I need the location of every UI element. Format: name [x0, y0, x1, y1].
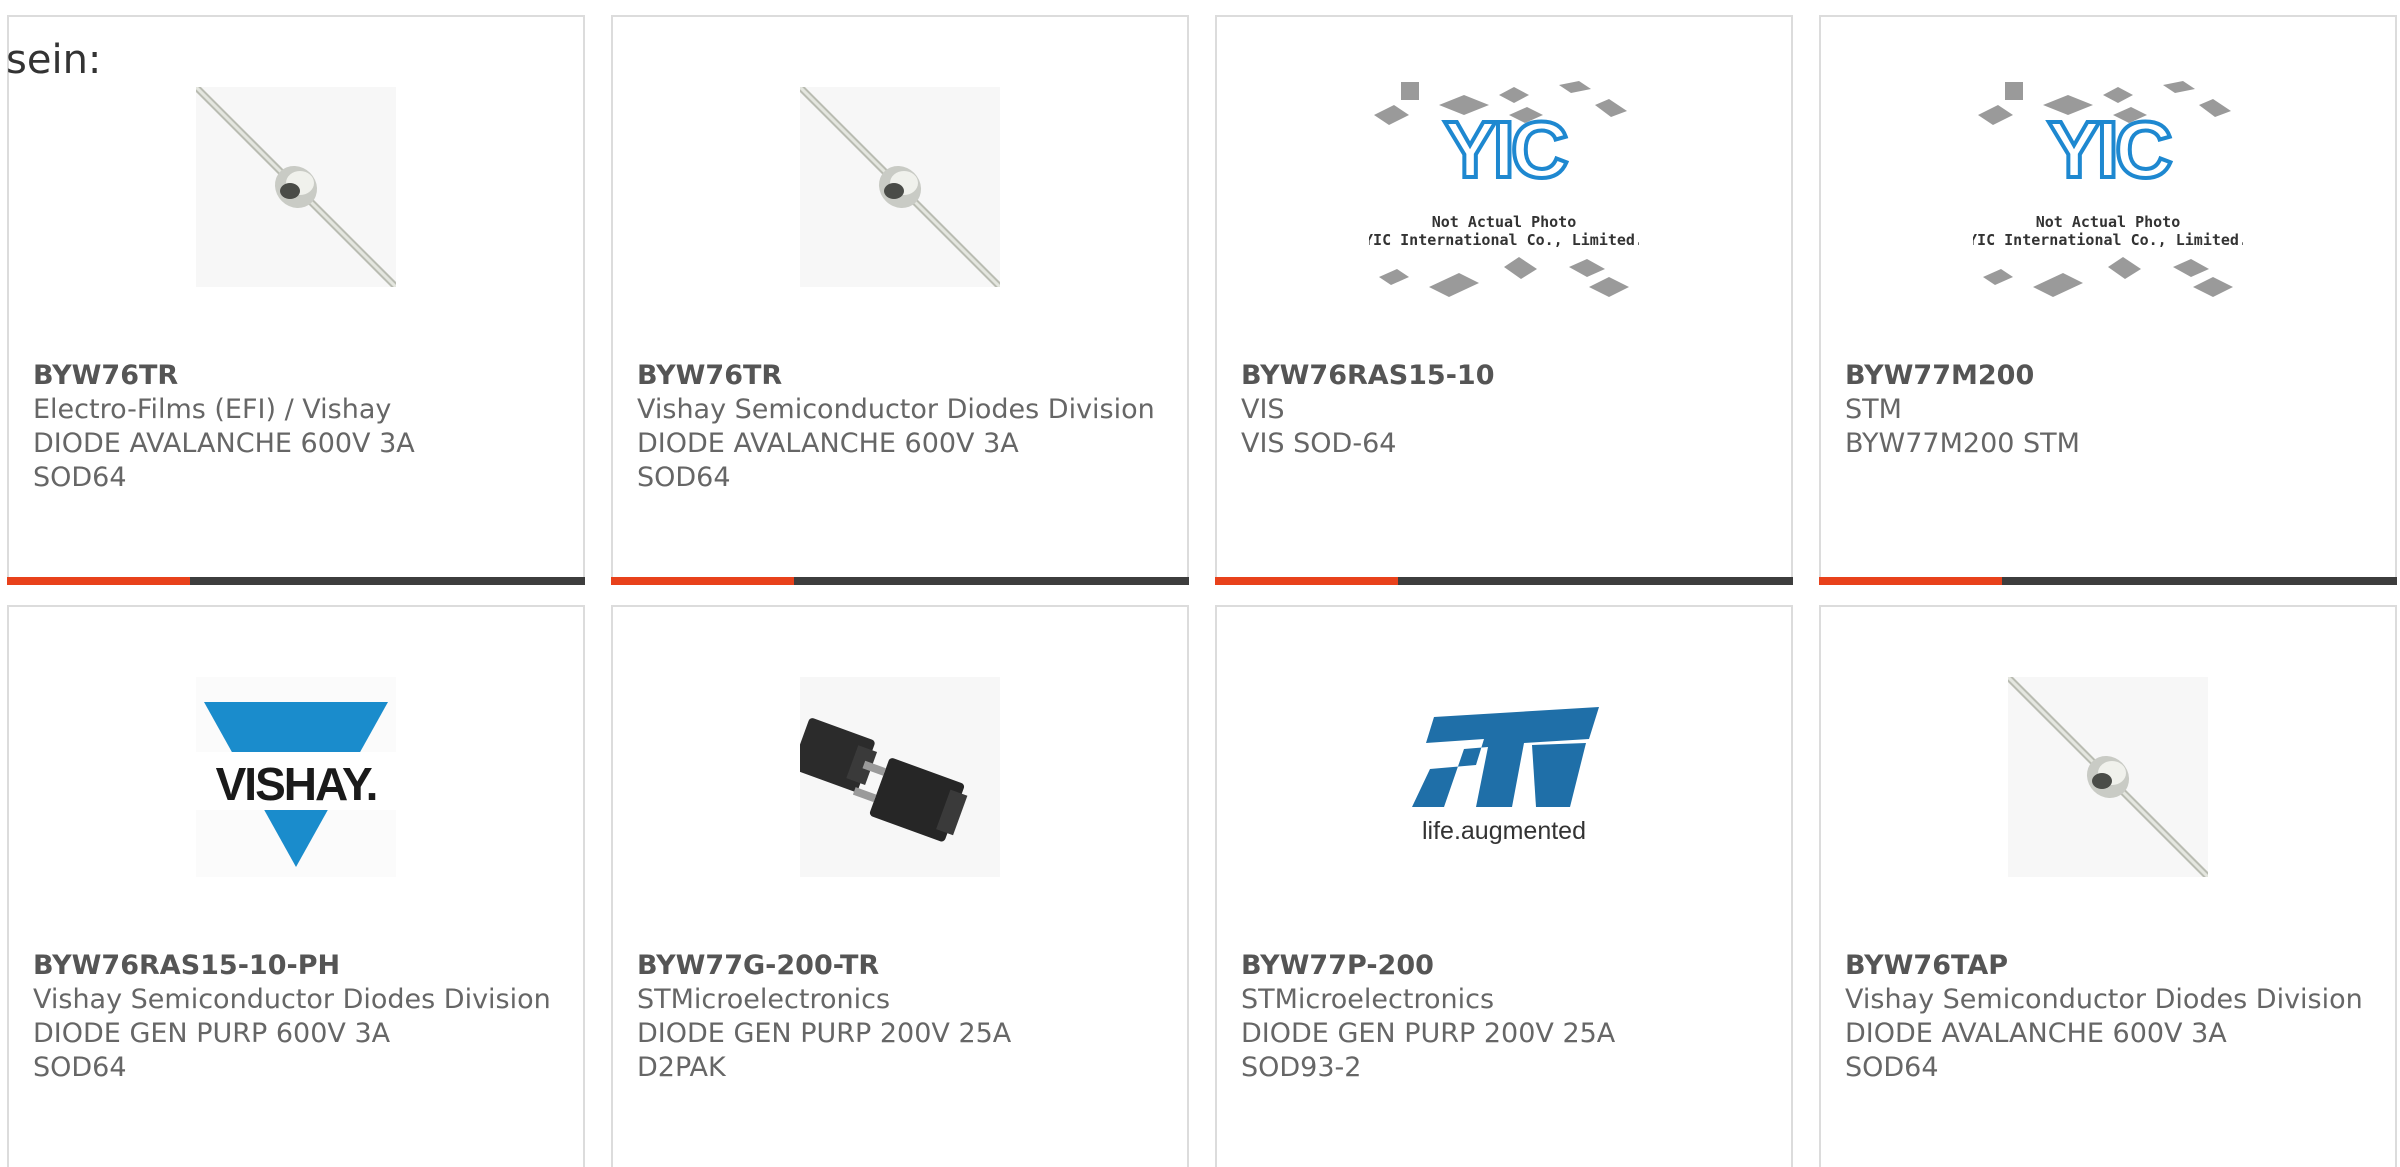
- part-number[interactable]: BYW76RAS15-10-PH: [33, 949, 553, 983]
- image-caption: Not Actual Photo: [1432, 213, 1577, 231]
- svg-text:YIC: YIC: [2047, 105, 2171, 194]
- product-image[interactable]: [800, 677, 1000, 877]
- part-number[interactable]: BYW77M200: [1845, 359, 2365, 393]
- product-info: BYW76RAS15-10-PH Vishay Semiconductor Di…: [33, 949, 553, 1085]
- description: DIODE GEN PURP 600V 3A: [33, 1018, 391, 1049]
- package: D2PAK: [637, 1052, 726, 1083]
- package: SOD64: [33, 1052, 127, 1083]
- card-bar-accent: [611, 577, 794, 585]
- card-bar: [1819, 577, 2397, 585]
- svg-text:YIC: YIC: [1443, 105, 1567, 194]
- manufacturer: Electro-Films (EFI) / Vishay: [33, 394, 392, 425]
- description: BYW77M200 STM: [1845, 428, 2080, 459]
- axial-diode-icon: [196, 87, 396, 287]
- product-info: BYW77G-200-TR STMicroelectronics DIODE G…: [637, 949, 1157, 1085]
- vishay-logo-icon: VISHAY.: [196, 677, 396, 877]
- package: SOD64: [1845, 1052, 1939, 1083]
- image-caption: VISHAY.: [216, 758, 377, 810]
- product-image[interactable]: YIC Not Actual Photo YIC International C…: [1973, 81, 2243, 297]
- description: DIODE AVALANCHE 600V 3A: [1845, 1018, 2227, 1049]
- axial-diode-icon: [800, 87, 1000, 287]
- card-bar: [1215, 577, 1793, 585]
- part-number[interactable]: BYW76TR: [637, 359, 1157, 393]
- product-image[interactable]: [2008, 677, 2208, 877]
- product-card[interactable]: BYW77G-200-TR STMicroelectronics DIODE G…: [611, 605, 1189, 1167]
- manufacturer: VIS: [1241, 394, 1285, 425]
- product-card[interactable]: YIC Not Actual Photo YIC International C…: [1819, 15, 2397, 585]
- product-card[interactable]: VISHAY. BYW76RAS15-10-PH Vishay Semicond…: [7, 605, 585, 1167]
- product-info: BYW76TR Electro-Films (EFI) / Vishay DIO…: [33, 359, 553, 495]
- lead-text: sein:: [6, 37, 102, 83]
- product-card[interactable]: BYW76TR Vishay Semiconductor Diodes Divi…: [611, 15, 1189, 585]
- product-image[interactable]: VISHAY.: [196, 677, 396, 877]
- manufacturer: Vishay Semiconductor Diodes Division: [637, 394, 1155, 425]
- product-info: BYW77P-200 STMicroelectronics DIODE GEN …: [1241, 949, 1761, 1085]
- card-bar-accent: [1819, 577, 2002, 585]
- image-caption: life.augmented: [1422, 817, 1586, 845]
- d2pak-photo-icon: [800, 677, 1000, 877]
- product-info: BYW76TAP Vishay Semiconductor Diodes Div…: [1845, 949, 2365, 1085]
- product-info: BYW76RAS15-10 VIS VIS SOD-64: [1241, 359, 1761, 461]
- part-number[interactable]: BYW76RAS15-10: [1241, 359, 1761, 393]
- st-logo-icon: life.augmented: [1404, 677, 1604, 877]
- manufacturer: STMicroelectronics: [637, 984, 891, 1015]
- manufacturer: Vishay Semiconductor Diodes Division: [33, 984, 551, 1015]
- part-number[interactable]: BYW77P-200: [1241, 949, 1761, 983]
- package: SOD93-2: [1241, 1052, 1362, 1083]
- package: SOD64: [33, 462, 127, 493]
- part-number[interactable]: BYW76TAP: [1845, 949, 2365, 983]
- yic-placeholder-icon: YIC Not Actual Photo YIC International C…: [1973, 81, 2243, 297]
- product-image[interactable]: [196, 87, 396, 287]
- package: SOD64: [637, 462, 731, 493]
- manufacturer: STMicroelectronics: [1241, 984, 1495, 1015]
- part-number[interactable]: BYW77G-200-TR: [637, 949, 1157, 983]
- product-card[interactable]: life.augmented BYW77P-200 STMicroelectro…: [1215, 605, 1793, 1167]
- image-caption: YIC International Co., Limited.: [1369, 231, 1639, 249]
- product-image[interactable]: [800, 87, 1000, 287]
- manufacturer: Vishay Semiconductor Diodes Division: [1845, 984, 2363, 1015]
- product-card[interactable]: BYW76TR Electro-Films (EFI) / Vishay DIO…: [7, 15, 585, 585]
- product-image[interactable]: YIC Not Actual Photo YIC International C…: [1369, 81, 1639, 297]
- description: DIODE GEN PURP 200V 25A: [1241, 1018, 1616, 1049]
- description: DIODE AVALANCHE 600V 3A: [33, 428, 415, 459]
- part-number[interactable]: BYW76TR: [33, 359, 553, 393]
- description: DIODE GEN PURP 200V 25A: [637, 1018, 1012, 1049]
- axial-diode-icon: [2008, 677, 2208, 877]
- image-caption: Not Actual Photo: [2036, 213, 2181, 231]
- card-bar: [7, 577, 585, 585]
- product-card[interactable]: YIC Not Actual Photo YIC International C…: [1215, 15, 1793, 585]
- product-image[interactable]: life.augmented: [1404, 677, 1604, 877]
- product-info: BYW77M200 STM BYW77M200 STM: [1845, 359, 2365, 461]
- manufacturer: STM: [1845, 394, 1902, 425]
- card-bar: [611, 577, 1189, 585]
- description: VIS SOD-64: [1241, 428, 1397, 459]
- product-card[interactable]: BYW76TAP Vishay Semiconductor Diodes Div…: [1819, 605, 2397, 1167]
- product-info: BYW76TR Vishay Semiconductor Diodes Divi…: [637, 359, 1157, 495]
- yic-placeholder-icon: YIC Not Actual Photo YIC International C…: [1369, 81, 1639, 297]
- description: DIODE AVALANCHE 600V 3A: [637, 428, 1019, 459]
- page: sein: BYW76TR Electro-Films (EFI) / Vish…: [0, 0, 2400, 1167]
- card-bar-accent: [1215, 577, 1398, 585]
- image-caption: YIC International Co., Limited.: [1973, 231, 2243, 249]
- card-bar-accent: [7, 577, 190, 585]
